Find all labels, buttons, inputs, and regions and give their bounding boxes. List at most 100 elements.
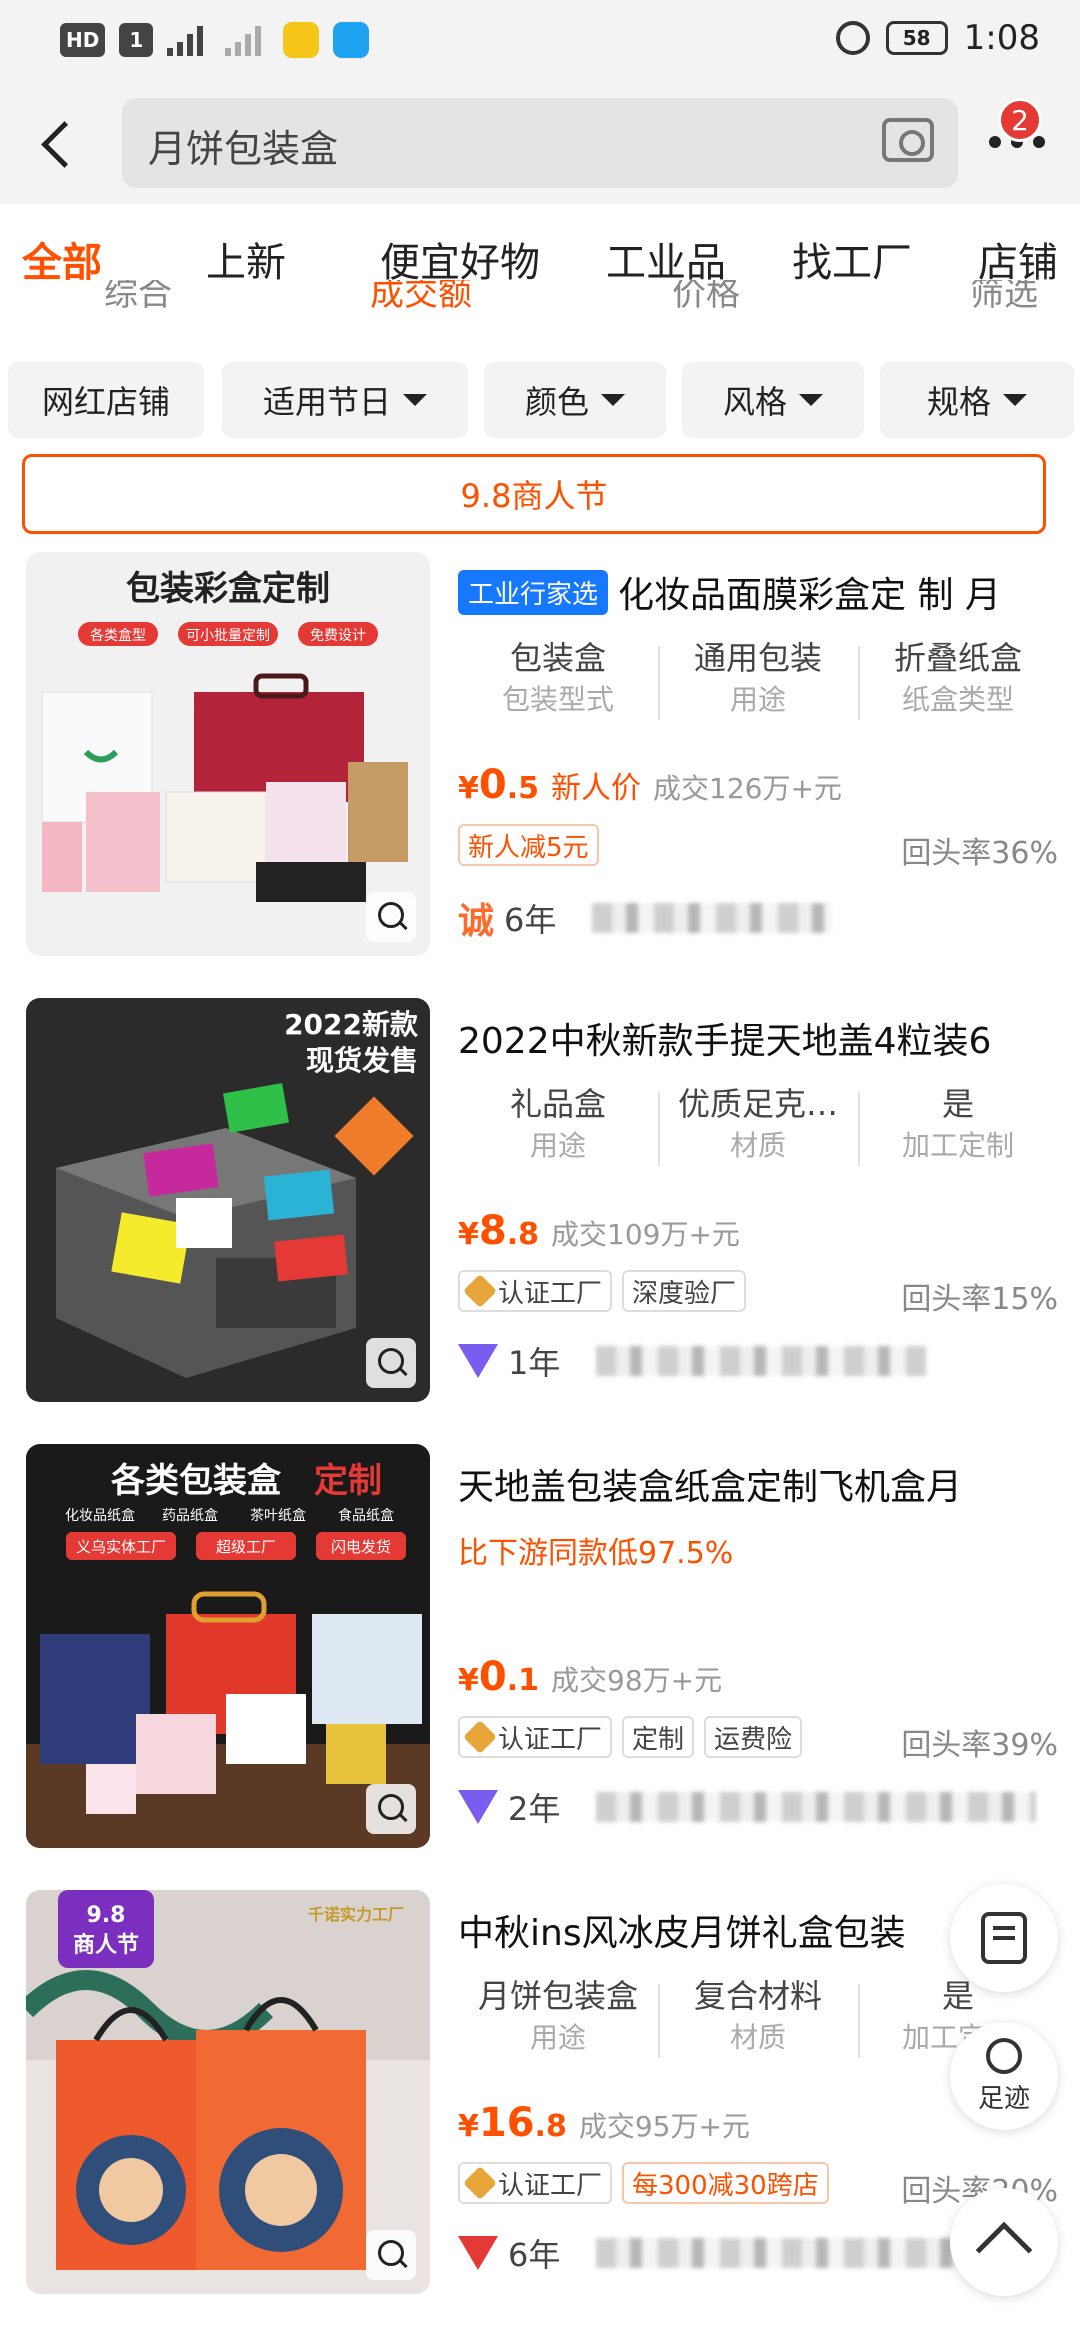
svg-text:各类盒型: 各类盒型 xyxy=(90,627,146,644)
sort-row: 综合 成交额 价格 筛选 xyxy=(0,280,1080,322)
attr-value: 折叠纸盒 xyxy=(893,639,1022,677)
signal-icon xyxy=(167,24,211,56)
certified-factory-tag: 认证工厂 xyxy=(458,1270,613,1312)
svg-text:茶叶纸盒: 茶叶纸盒 xyxy=(250,1507,306,1524)
shop-name-blurred xyxy=(596,1792,1037,1822)
search-bar[interactable]: 月饼包装盒 xyxy=(122,98,958,188)
sort-general[interactable]: 综合 xyxy=(104,280,172,315)
back-arrow-icon[interactable] xyxy=(30,114,90,174)
svg-text:超级工厂: 超级工厂 xyxy=(216,1538,276,1556)
attr-cell: 复合材料 材质 xyxy=(658,1974,858,2068)
repeat-rate: 回头率39% xyxy=(901,1728,1058,1763)
product-card[interactable]: 包装彩盒定制 各类盒型 可小批量定制 免费设计 工业行家选 化妆品面膜彩盒定 制 … xyxy=(0,552,1080,997)
product-info: 2022中秋新款手提天地盖4粒装6 礼品盒 用途 优质足克… 材质 是加工定制 ¥8… xyxy=(458,998,1058,1402)
svg-text:商人节: 商人节 xyxy=(73,1932,139,1958)
price-line: ¥0.5 新人价 成交126万+元 xyxy=(458,762,842,808)
price: ¥0.5 xyxy=(458,762,539,808)
attr-value: 复合材料 xyxy=(693,1977,822,2015)
shop-years: 6年 xyxy=(504,901,557,939)
shop-years: 2年 xyxy=(508,1790,561,1828)
attr-cell: 礼品盒 用途 xyxy=(458,1082,658,1176)
chevron-down-icon xyxy=(601,394,625,406)
certified-icon xyxy=(463,1274,497,1308)
certified-icon xyxy=(463,2166,497,2200)
svg-text:9.8: 9.8 xyxy=(87,1903,126,1928)
attr-cell: 通用包装 用途 xyxy=(658,636,858,730)
product-card[interactable]: 9.8 商人节 千诺实力工厂 中秋ins风冰皮月饼礼盒包装 月饼包装盒 用途 复合… xyxy=(0,1890,1080,2335)
cross-store-discount-tag: 每300减30跨店 xyxy=(622,2162,829,2204)
sort-price[interactable]: 价格 xyxy=(672,280,740,315)
price-line: ¥16.8 成交95万+元 xyxy=(458,2100,750,2146)
sort-volume[interactable]: 成交额 xyxy=(370,280,472,315)
sort-filter[interactable]: 筛选 xyxy=(970,280,1038,315)
deal-volume: 成交126万+元 xyxy=(653,772,842,805)
product-image[interactable]: 包装彩盒定制 各类盒型 可小批量定制 免费设计 xyxy=(26,552,430,956)
filter-influencer-shop[interactable]: 网红店铺 xyxy=(8,362,204,438)
product-image[interactable]: 2022新款 现货发售 xyxy=(26,998,430,1402)
attr-cell: 包装盒 包装型式 xyxy=(458,636,658,730)
shop-line[interactable]: 诚 6年 xyxy=(458,892,833,944)
shop-line[interactable]: 6年 xyxy=(458,2230,1017,2276)
promo-tags: 认证工厂 深度验厂 xyxy=(458,1270,747,1312)
footprint-button[interactable]: 足迹 xyxy=(950,2022,1058,2130)
attr-key: 用途 xyxy=(529,1129,586,1162)
filter-chips: 网红店铺 适用节日 颜色 风格 规格 xyxy=(0,350,1080,446)
product-title: 2022中秋新款手提天地盖4粒装6 xyxy=(458,1021,992,1062)
status-bar: HD 1 58 1:08 xyxy=(0,0,1080,84)
filter-style[interactable]: 风格 xyxy=(682,362,864,438)
attr-key: 材质 xyxy=(729,1129,786,1162)
filter-color[interactable]: 颜色 xyxy=(484,362,666,438)
power-merchant-icon xyxy=(458,2236,498,2270)
attr-cell: 折叠纸盒 纸盒类型 xyxy=(858,636,1058,730)
attr-value: 礼品盒 xyxy=(509,1085,606,1123)
filter-label: 风格 xyxy=(722,383,787,421)
svg-text:食品纸盒: 食品纸盒 xyxy=(338,1507,394,1524)
attr-key: 用途 xyxy=(529,2021,586,2054)
chevron-down-icon xyxy=(403,394,427,406)
attr-cell: 是加工定制 xyxy=(858,1082,1058,1176)
svg-text:药品纸盒: 药品纸盒 xyxy=(162,1507,218,1524)
image-search-icon[interactable] xyxy=(366,1784,416,1834)
attr-key: 包装型式 xyxy=(501,683,614,716)
arrow-up-icon xyxy=(975,2221,1033,2279)
product-image[interactable]: 9.8 商人节 千诺实力工厂 xyxy=(26,1890,430,2294)
product-image[interactable]: 各类包装盒 定制 化妆品纸盒 药品纸盒 茶叶纸盒 食品纸盒 义乌实体工厂 超级工… xyxy=(26,1444,430,1848)
attr-cell: 优质足克… 材质 xyxy=(658,1082,858,1176)
feedback-button[interactable] xyxy=(950,1884,1058,1992)
new-user-price-label: 新人价 xyxy=(551,771,641,806)
product-attributes: 礼品盒用途 优质足克… 材质 是加工定制 xyxy=(458,1082,1058,1176)
product-card[interactable]: 各类包装盒 定制 化妆品纸盒 药品纸盒 茶叶纸盒 食品纸盒 义乌实体工厂 超级工… xyxy=(0,1444,1080,1889)
attr-key: 用途 xyxy=(729,683,786,716)
attr-key: 纸盒类型 xyxy=(901,683,1014,716)
shop-name-blurred xyxy=(592,903,833,933)
camera-icon[interactable] xyxy=(882,118,934,162)
chevron-down-icon xyxy=(1003,394,1027,406)
promo-banner[interactable]: 9.8商人节 xyxy=(22,454,1046,534)
promo-tags: 新人减5元 xyxy=(458,824,599,866)
certified-factory-tag: 认证工厂 xyxy=(458,2162,613,2204)
shipping-insurance-tag: 运费险 xyxy=(704,1716,803,1758)
svg-text:各类包装盒: 各类包装盒 xyxy=(111,1461,282,1501)
price: ¥0.1 xyxy=(458,1654,539,1700)
shop-line[interactable]: 2年 xyxy=(458,1784,1037,1830)
product-card[interactable]: 2022新款 现货发售 2022中秋新款手提天地盖4粒装6 礼品盒用途 优质足克… xyxy=(0,998,1080,1443)
product-info: 工业行家选 化妆品面膜彩盒定 制 月 包装盒 包装型式 通用包装 用途 折叠纸盒 纸盒类… xyxy=(458,552,1058,956)
battery-icon: 58 xyxy=(885,21,948,55)
super-factory-icon xyxy=(458,1790,498,1824)
search-input[interactable]: 月饼包装盒 xyxy=(148,118,338,173)
industry-badge: 工业行家选 xyxy=(458,570,609,615)
image-search-icon[interactable] xyxy=(366,1338,416,1388)
svg-text:包装彩盒定制: 包装彩盒定制 xyxy=(126,569,330,609)
footprint-icon xyxy=(986,2037,1022,2074)
deal-volume: 成交109万+元 xyxy=(551,1218,740,1251)
image-search-icon[interactable] xyxy=(366,2230,416,2280)
sim-indicator: 1 xyxy=(119,23,154,57)
filter-spec[interactable]: 规格 xyxy=(880,362,1074,438)
filter-festival[interactable]: 适用节日 xyxy=(222,362,468,438)
svg-text:可小批量定制: 可小批量定制 xyxy=(186,628,270,644)
image-search-icon[interactable] xyxy=(366,892,416,942)
back-to-top-button[interactable] xyxy=(950,2188,1058,2296)
search-app-icon xyxy=(333,22,370,58)
shop-line[interactable]: 1年 xyxy=(458,1338,927,1384)
chevron-down-icon xyxy=(799,394,823,406)
